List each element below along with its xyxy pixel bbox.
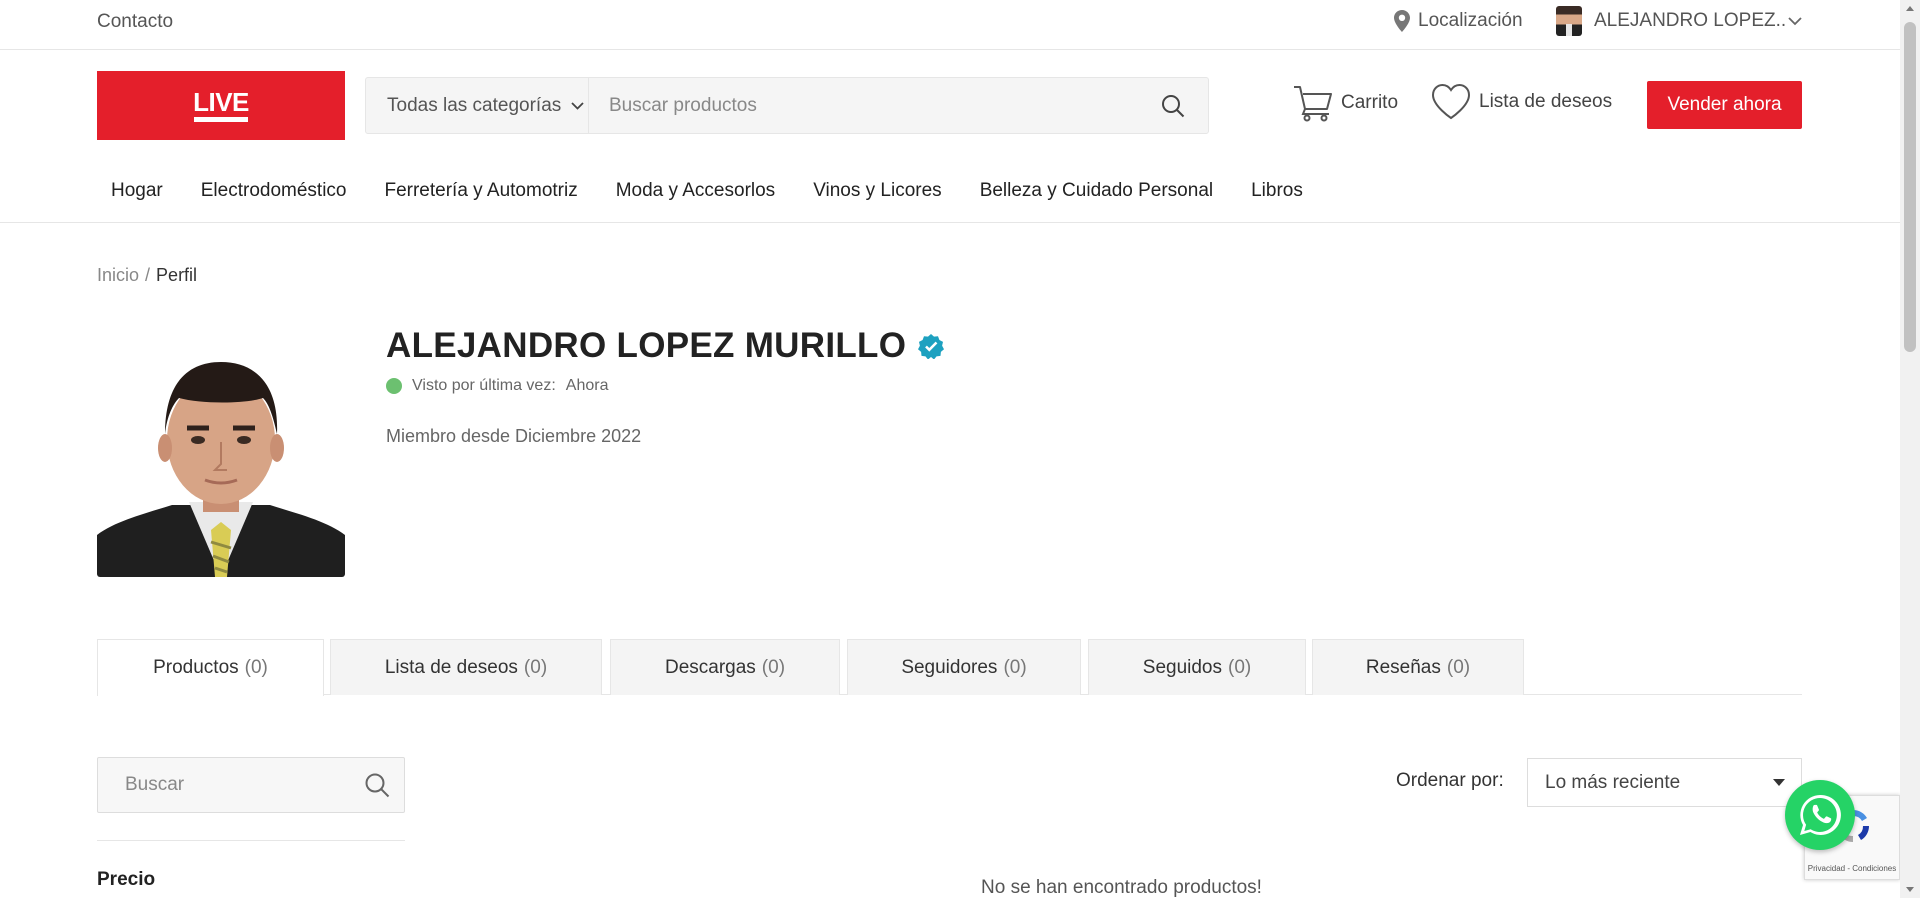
member-since: Miembro desde Diciembre 2022 (386, 426, 642, 446)
user-name: ALEJANDRO LOPEZ.. (1594, 10, 1787, 31)
scrollbar-thumb[interactable] (1904, 22, 1916, 352)
product-search-input[interactable]: Buscar (97, 757, 405, 813)
nav-item-belleza[interactable]: Belleza y Cuidado Personal (980, 180, 1213, 202)
tab-descargas[interactable]: Descargas (0) (610, 639, 840, 695)
location-link[interactable]: Localización (1394, 10, 1523, 32)
tab-label: Reseñas (1365, 656, 1441, 678)
tab-seguidores[interactable]: Seguidores (0) (847, 639, 1081, 695)
profile-tabs: Productos (0) Lista de deseos (0) Descar… (97, 639, 1802, 696)
tab-count: (0) (761, 656, 786, 678)
empty-products-message: No se han encontrado productos! (981, 877, 1262, 898)
sort-select-value: Lo más reciente (1545, 771, 1681, 793)
verified-badge-icon (918, 334, 945, 359)
breadcrumb-home[interactable]: Inicio (97, 265, 139, 286)
tab-label: Descargas (664, 656, 756, 678)
breadcrumb-current: Perfil (156, 265, 198, 285)
sort-select[interactable]: Lo más reciente (1527, 758, 1802, 807)
tab-label: Productos (153, 657, 239, 678)
breadcrumb: Inicio / Perfil (97, 265, 197, 286)
caret-down-icon (1773, 779, 1785, 786)
search-icon (1162, 94, 1185, 117)
tab-resenas[interactable]: Reseñas (0) (1312, 639, 1524, 695)
contact-link[interactable]: Contacto (97, 11, 173, 33)
category-select[interactable]: Todas las categorías (366, 78, 588, 133)
cart-link[interactable]: Carrito (1293, 84, 1398, 122)
tab-lista-de-deseos[interactable]: Lista de deseos (0) (330, 639, 602, 695)
nav-item-moda[interactable]: Moda y Accesorlos (616, 180, 775, 202)
nav-item-vinos[interactable]: Vinos y Licores (813, 180, 942, 202)
heart-icon (1431, 83, 1471, 120)
location-label: Localización (1418, 10, 1523, 31)
category-select-value: Todas las categorías (387, 94, 562, 116)
search-button[interactable] (1138, 78, 1208, 133)
tab-count: (0) (1228, 656, 1252, 678)
wishlist-label: Lista de deseos (1479, 91, 1613, 112)
scroll-down-arrow[interactable] (1906, 887, 1914, 892)
nav-item-hogar[interactable]: Hogar (111, 180, 163, 202)
sell-now-button[interactable]: Vender ahora (1647, 81, 1802, 129)
product-search-placeholder: Buscar (125, 774, 185, 795)
chevron-down-icon (1788, 16, 1802, 25)
user-menu[interactable]: ALEJANDRO LOPEZ.. (1556, 6, 1802, 36)
recaptcha-text[interactable]: Privacidad - Condiciones (1805, 864, 1899, 873)
logo-underline (194, 117, 248, 122)
last-seen-label: Visto por última vez: (412, 377, 556, 394)
search-bar: Todas las categorías Buscar productos (365, 77, 1209, 134)
top-bar: Contacto Localización ALEJANDRO LOPEZ.. (0, 0, 1900, 50)
profile-name: ALEJANDRO LOPEZ MURILLO (386, 326, 907, 365)
whatsapp-icon (1800, 794, 1841, 835)
nav-item-libros[interactable]: Libros (1251, 180, 1303, 202)
tab-count: (0) (1003, 656, 1027, 678)
tab-seguidos[interactable]: Seguidos (0) (1088, 639, 1306, 695)
profile-name-row: ALEJANDRO LOPEZ MURILLO (386, 326, 945, 366)
whatsapp-button[interactable] (1785, 780, 1855, 850)
tab-count: (0) (244, 657, 268, 678)
chevron-down-icon (571, 101, 584, 110)
tab-label: Seguidos (1142, 656, 1222, 678)
breadcrumb-separator: / (145, 265, 151, 285)
sidebar-divider (97, 840, 405, 841)
nav-item-electrodomestico[interactable]: Electrodoméstico (201, 180, 347, 202)
map-pin-icon (1394, 10, 1410, 32)
last-seen: Visto por última vez: Ahora (386, 377, 608, 395)
header: LIVE Todas las categorías Buscar product… (0, 51, 1900, 158)
search-input[interactable]: Buscar productos (588, 78, 1138, 133)
page-scrollbar[interactable] (1900, 0, 1920, 898)
tab-label: Seguidores (901, 656, 998, 678)
cart-label: Carrito (1341, 92, 1399, 113)
price-filter-heading: Precio (97, 869, 156, 890)
avatar (1556, 6, 1582, 36)
sort-label: Ordenar por: (1396, 770, 1504, 791)
search-icon[interactable] (364, 772, 390, 798)
wishlist-link[interactable]: Lista de deseos (1431, 83, 1612, 121)
category-nav: Hogar Electrodoméstico Ferretería y Auto… (0, 158, 1900, 223)
profile-photo (97, 330, 345, 577)
tab-count: (0) (1446, 656, 1471, 678)
tab-productos[interactable]: Productos (0) (97, 639, 324, 696)
last-seen-value: Ahora (565, 377, 609, 394)
online-status-dot (386, 378, 402, 394)
cart-icon (1294, 86, 1332, 122)
logo[interactable]: LIVE (97, 71, 345, 140)
nav-item-ferreteria[interactable]: Ferretería y Automotriz (384, 180, 577, 202)
logo-text: LIVE (193, 87, 249, 117)
scroll-up-arrow[interactable] (1906, 6, 1914, 11)
tab-label: Lista de deseos (384, 656, 518, 678)
tab-count: (0) (523, 656, 548, 678)
